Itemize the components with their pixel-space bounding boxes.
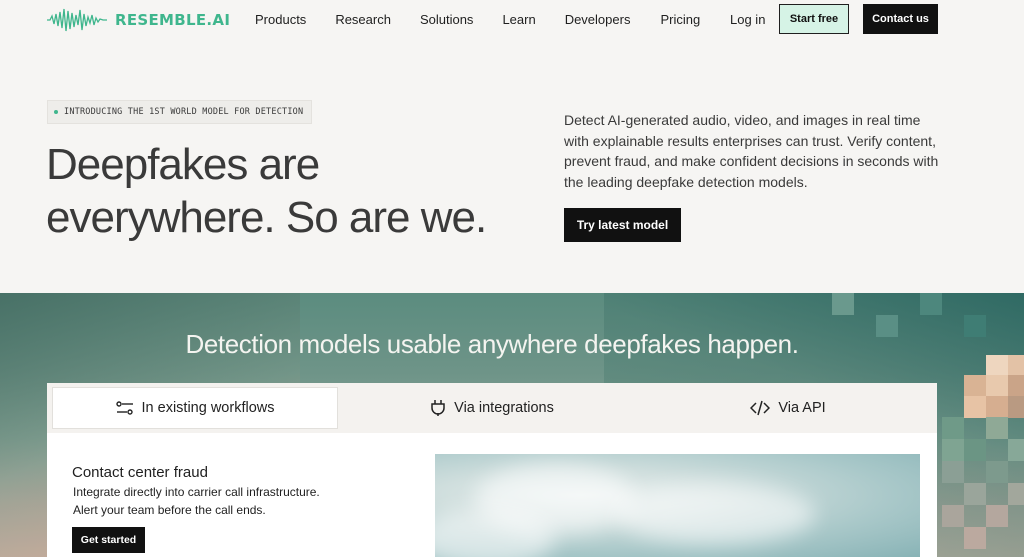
pixel-block <box>1008 396 1024 418</box>
get-started-button[interactable]: Get started <box>72 527 145 553</box>
start-free-button[interactable]: Start free <box>779 4 849 34</box>
pixel-block <box>1008 355 1024 377</box>
pixel-block <box>942 461 964 483</box>
nav-learn[interactable]: Learn <box>502 12 535 27</box>
badge-text: INTRODUCING THE 1ST WORLD MODEL FOR DETE… <box>64 107 304 117</box>
pixel-block <box>964 375 986 397</box>
pixel-block <box>964 527 986 549</box>
hero-title: Deepfakes are everywhere. So are we. <box>46 140 487 242</box>
nav-products[interactable]: Products <box>255 12 306 27</box>
pixel-block <box>986 505 1008 527</box>
logo[interactable]: RESEMBLE.AI <box>47 5 230 35</box>
tab-existing-workflows[interactable]: In existing workflows <box>52 387 338 429</box>
plug-icon <box>431 400 445 416</box>
feature-title: Contact center fraud <box>72 464 208 481</box>
pixel-block <box>986 396 1008 418</box>
pixel-block <box>942 439 964 461</box>
nav-solutions[interactable]: Solutions <box>420 12 473 27</box>
pixel-block <box>986 375 1008 397</box>
nav-pricing[interactable]: Pricing <box>660 12 700 27</box>
pixel-block <box>986 461 1008 483</box>
tab-label: In existing workflows <box>141 400 275 416</box>
pixel-block <box>832 293 854 315</box>
top-nav: RESEMBLE.AI Products Research Solutions … <box>0 0 1024 40</box>
badge-dot-icon <box>54 110 58 114</box>
login-link[interactable]: Log in <box>730 12 765 27</box>
pixel-block <box>942 505 964 527</box>
section-title: Detection models usable anywhere deepfak… <box>185 329 799 359</box>
pixel-block <box>986 355 1008 377</box>
pixel-block <box>986 417 1008 439</box>
feature-media-image <box>435 454 920 557</box>
tab-label: Via API <box>778 400 826 416</box>
detection-card: In existing workflows Via integrations V… <box>47 383 937 557</box>
feature-description: Integrate directly into carrier call inf… <box>73 484 373 519</box>
tab-bar: In existing workflows Via integrations V… <box>47 383 937 433</box>
pixel-block <box>1008 439 1024 461</box>
try-latest-model-button[interactable]: Try latest model <box>564 208 681 242</box>
waveform-logo-icon <box>47 8 107 32</box>
feature-line-1: Integrate directly into carrier call inf… <box>73 485 320 499</box>
pixel-block <box>964 439 986 461</box>
pixel-block <box>1008 483 1024 505</box>
pixel-block <box>964 483 986 505</box>
feature-line-2: Alert your team before the call ends. <box>73 502 266 517</box>
pixel-block <box>942 417 964 439</box>
nav-developers[interactable]: Developers <box>565 12 631 27</box>
pixel-block <box>964 396 986 418</box>
cloud-shape <box>615 484 815 544</box>
nav-links: Products Research Solutions Learn Develo… <box>255 0 700 38</box>
pixel-block <box>920 293 942 315</box>
tab-label: Via integrations <box>454 400 554 416</box>
workflow-icon <box>115 401 133 415</box>
contact-us-button[interactable]: Contact us <box>863 4 938 34</box>
tab-via-integrations[interactable]: Via integrations <box>349 387 635 429</box>
code-icon <box>750 400 771 416</box>
pixel-block <box>1008 375 1024 397</box>
logo-text: RESEMBLE.AI <box>115 11 231 29</box>
tab-via-api[interactable]: Via API <box>645 387 931 429</box>
nav-research[interactable]: Research <box>335 12 391 27</box>
hero-description: Detect AI-generated audio, video, and im… <box>564 112 939 191</box>
intro-badge: INTRODUCING THE 1ST WORLD MODEL FOR DETE… <box>47 100 313 124</box>
